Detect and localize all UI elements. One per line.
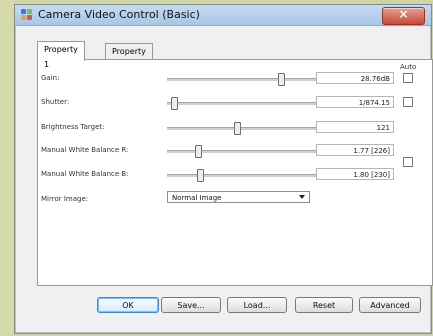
brightness-value-field[interactable]: 121 [316,121,394,133]
white-balance-b-slider-thumb[interactable] [197,169,204,182]
shutter-auto-checkbox[interactable] [403,97,413,107]
brightness-slider-thumb[interactable] [234,122,241,135]
white-balance-r-slider-track[interactable] [167,150,327,153]
dialog-window: Camera Video Control (Basic) × Property … [14,4,433,334]
save-button[interactable]: Save... [161,297,221,313]
gain-auto-checkbox[interactable] [403,73,413,83]
mirror-image-selected: Normal Image [172,194,222,202]
brightness-slider-track[interactable] [167,127,327,130]
title-bar[interactable]: Camera Video Control (Basic) × [15,5,431,26]
close-button[interactable]: × [382,7,425,25]
app-icon [21,9,33,21]
gain-slider-track[interactable] [167,78,327,81]
shutter-value-field[interactable]: 1/874.15 [316,96,394,108]
shutter-label: Shutter: [41,98,70,106]
tab-property-1[interactable]: Property 1 [37,41,85,69]
tab-property-2[interactable]: Property 2 [105,43,153,71]
gain-value-field[interactable]: 28.76dB [316,72,394,84]
auto-column-header: Auto [400,63,417,71]
reset-button[interactable]: Reset [295,297,353,313]
property-panel: Auto Gain: 28.76dB Shutter: 1/874.15 Bri… [37,59,433,286]
shutter-slider-track[interactable] [167,102,327,105]
load-button[interactable]: Load... [227,297,287,313]
window-title: Camera Video Control (Basic) [38,8,200,21]
white-balance-b-label: Manual White Balance B: [41,170,129,178]
gain-label: Gain: [41,74,60,82]
white-balance-b-slider-track[interactable] [167,174,327,177]
mirror-image-label: Mirror Image: [41,195,89,203]
white-balance-r-value-field[interactable]: 1.77 [226] [316,144,394,156]
gain-slider-thumb[interactable] [278,73,285,86]
ok-button[interactable]: OK [97,297,159,313]
white-balance-auto-checkbox[interactable] [403,157,413,167]
advanced-button[interactable]: Advanced [359,297,421,313]
shutter-slider-thumb[interactable] [171,97,178,110]
brightness-target-label: Brightness Target: [41,123,105,131]
close-icon: × [398,7,409,21]
white-balance-r-label: Manual White Balance R: [41,146,129,154]
chevron-down-icon [299,195,305,199]
white-balance-b-value-field[interactable]: 1.80 [230] [316,168,394,180]
mirror-image-dropdown[interactable]: Normal Image [167,191,310,203]
white-balance-r-slider-thumb[interactable] [195,145,202,158]
